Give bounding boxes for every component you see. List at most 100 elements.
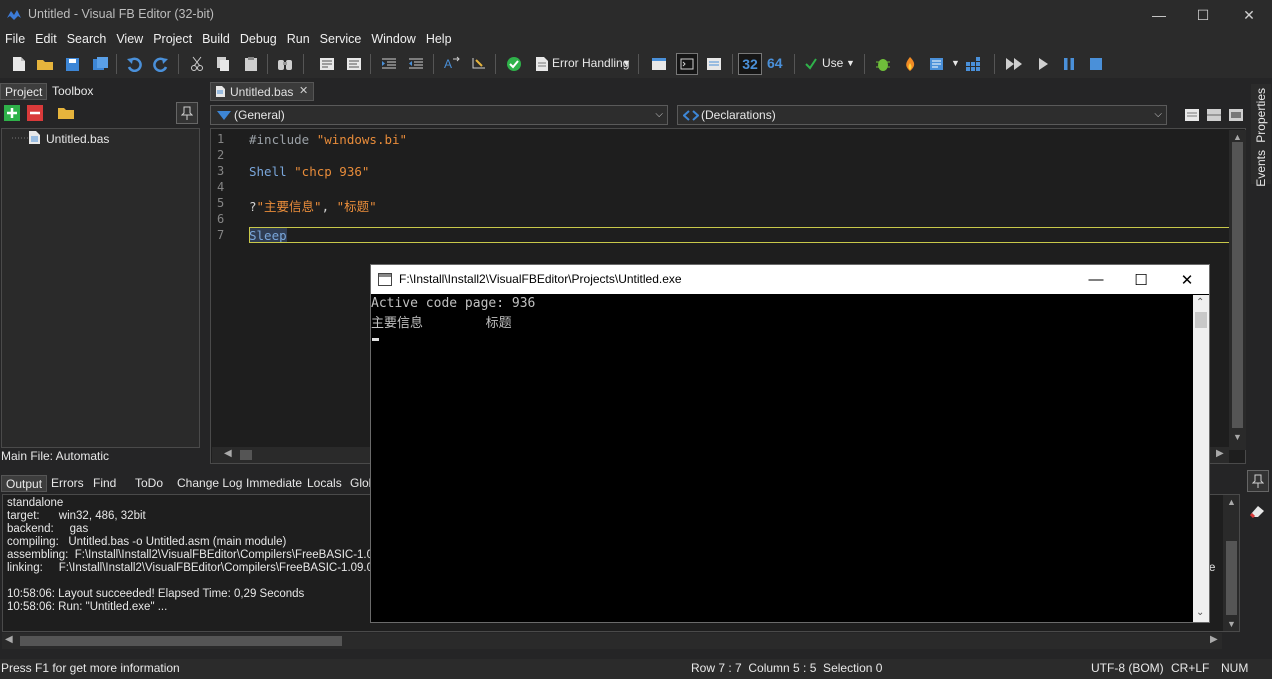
console-window[interactable]: F:\Install\Install2\VisualFBEditor\Proje… bbox=[370, 264, 1210, 623]
status-encoding[interactable]: UTF-8 (BOM) bbox=[1091, 661, 1164, 675]
format-icon[interactable]: A bbox=[441, 53, 463, 75]
tab-errors[interactable]: Errors bbox=[47, 475, 88, 492]
uncomment-icon[interactable] bbox=[343, 53, 365, 75]
check-icon[interactable] bbox=[800, 53, 822, 75]
play-icon[interactable] bbox=[1032, 53, 1054, 75]
scroll-up-icon[interactable]: ⌃ bbox=[1196, 297, 1204, 308]
menu-run[interactable]: Run bbox=[282, 30, 315, 50]
remove-icon[interactable] bbox=[25, 103, 45, 123]
grid-icon[interactable] bbox=[962, 53, 984, 75]
scroll-thumb[interactable] bbox=[240, 450, 252, 460]
new-file-icon[interactable] bbox=[8, 53, 30, 75]
output-vertical-scrollbar[interactable]: ▲ ▼ bbox=[1223, 495, 1239, 631]
scroll-down-icon[interactable]: ▼ bbox=[1233, 432, 1242, 442]
tab-output[interactable]: Output bbox=[1, 475, 48, 492]
tab-events[interactable]: Events bbox=[1254, 150, 1268, 187]
menu-edit[interactable]: Edit bbox=[30, 30, 62, 50]
fast-forward-icon[interactable] bbox=[1004, 53, 1026, 75]
stop-icon[interactable] bbox=[1085, 53, 1107, 75]
comment-icon[interactable] bbox=[316, 53, 338, 75]
tab-todo[interactable]: ToDo bbox=[131, 475, 167, 492]
indent-icon[interactable] bbox=[378, 53, 400, 75]
menu-build[interactable]: Build bbox=[197, 30, 235, 50]
console-vertical-scrollbar[interactable]: ⌃ ⌄ bbox=[1193, 295, 1209, 622]
scroll-down-icon[interactable]: ⌄ bbox=[1196, 607, 1204, 618]
scroll-left-icon[interactable]: ◀ bbox=[224, 448, 232, 459]
scroll-thumb[interactable] bbox=[1195, 312, 1207, 328]
tree-item-untitled-bas[interactable]: Untitled.bas bbox=[46, 132, 109, 146]
folder-icon[interactable] bbox=[56, 103, 76, 123]
scroll-thumb[interactable] bbox=[1226, 541, 1237, 615]
save-icon[interactable] bbox=[61, 53, 83, 75]
tab-project[interactable]: Project bbox=[0, 83, 48, 100]
chevron-down-icon[interactable]: ▼ bbox=[951, 58, 960, 68]
console-mode-icon[interactable] bbox=[676, 53, 698, 75]
close-tab-icon[interactable]: ✕ bbox=[299, 84, 308, 97]
code-view-icon[interactable] bbox=[1181, 104, 1203, 126]
form-view-icon[interactable] bbox=[1225, 104, 1247, 126]
scroll-thumb[interactable] bbox=[20, 636, 342, 646]
redo-icon[interactable] bbox=[150, 53, 172, 75]
tab-find[interactable]: Find bbox=[89, 475, 120, 492]
output-horizontal-scrollbar[interactable]: ◀ ▶ bbox=[2, 633, 1222, 649]
open-folder-icon[interactable] bbox=[34, 53, 56, 75]
menu-debug[interactable]: Debug bbox=[235, 30, 282, 50]
tab-immediate[interactable]: Immediate bbox=[242, 475, 306, 492]
declarations-select[interactable]: (Declarations) ⌵ bbox=[677, 105, 1167, 125]
scroll-right-icon[interactable]: ▶ bbox=[1210, 634, 1218, 645]
outdent-icon[interactable] bbox=[405, 53, 427, 75]
pin-icon[interactable] bbox=[176, 102, 198, 124]
tab-change-log[interactable]: Change Log bbox=[173, 475, 246, 492]
menu-help[interactable]: Help bbox=[421, 30, 457, 50]
unformat-icon[interactable] bbox=[468, 53, 490, 75]
menu-service[interactable]: Service bbox=[315, 30, 367, 50]
add-icon[interactable] bbox=[2, 103, 22, 123]
tab-properties[interactable]: Properties bbox=[1254, 88, 1268, 143]
scroll-thumb[interactable] bbox=[1232, 142, 1243, 428]
menu-file[interactable]: File bbox=[0, 30, 30, 50]
scroll-left-icon[interactable]: ◀ bbox=[5, 634, 13, 645]
console-close-button[interactable]: ✕ bbox=[1164, 265, 1210, 294]
tab-locals[interactable]: Locals bbox=[303, 475, 346, 492]
error-handling-label[interactable]: Error Handling bbox=[552, 56, 629, 70]
cut-icon[interactable] bbox=[186, 53, 208, 75]
pin-icon[interactable] bbox=[1247, 470, 1269, 492]
tab-toolbox[interactable]: Toolbox bbox=[48, 83, 97, 100]
split-view-icon[interactable] bbox=[1203, 104, 1225, 126]
editor-tab-untitled[interactable]: Untitled.bas ✕ bbox=[210, 82, 314, 101]
build-icon[interactable] bbox=[926, 53, 948, 75]
chevron-down-icon[interactable]: ▼ bbox=[622, 58, 631, 68]
copy-icon[interactable] bbox=[212, 53, 234, 75]
scroll-up-icon[interactable]: ▲ bbox=[1233, 132, 1242, 142]
status-line-ending[interactable]: CR+LF bbox=[1171, 661, 1209, 675]
fire-icon[interactable] bbox=[899, 53, 921, 75]
save-all-icon[interactable] bbox=[89, 53, 111, 75]
menu-view[interactable]: View bbox=[111, 30, 148, 50]
maximize-button[interactable]: ☐ bbox=[1180, 0, 1226, 30]
32bit-button[interactable]: 32 bbox=[738, 53, 762, 75]
procedure-scope-select[interactable]: (General) ⌵ bbox=[210, 105, 668, 125]
minimize-button[interactable]: — bbox=[1136, 0, 1182, 30]
menu-search[interactable]: Search bbox=[62, 30, 112, 50]
bug-icon[interactable] bbox=[872, 53, 894, 75]
scroll-down-icon[interactable]: ▼ bbox=[1227, 619, 1236, 629]
form-icon[interactable] bbox=[648, 53, 670, 75]
console-minimize-button[interactable]: — bbox=[1073, 265, 1119, 294]
undo-icon[interactable] bbox=[123, 53, 145, 75]
pause-icon[interactable] bbox=[1058, 53, 1080, 75]
console-maximize-button[interactable]: ☐ bbox=[1118, 265, 1164, 294]
error-handling-icon[interactable] bbox=[531, 53, 553, 75]
close-button[interactable]: ✕ bbox=[1226, 0, 1272, 30]
use-label[interactable]: Use bbox=[822, 56, 843, 70]
chevron-down-icon[interactable]: ▼ bbox=[846, 58, 855, 68]
syntax-check-icon[interactable] bbox=[503, 53, 525, 75]
menu-window[interactable]: Window bbox=[366, 30, 420, 50]
find-icon[interactable] bbox=[274, 53, 296, 75]
eraser-icon[interactable] bbox=[1247, 500, 1269, 522]
menu-project[interactable]: Project bbox=[148, 30, 197, 50]
console-title-bar[interactable]: F:\Install\Install2\VisualFBEditor\Proje… bbox=[371, 265, 1209, 294]
gui-mode-icon[interactable] bbox=[703, 53, 725, 75]
scroll-right-icon[interactable]: ▶ bbox=[1216, 448, 1224, 459]
64bit-button[interactable]: 64 bbox=[767, 55, 783, 71]
paste-icon[interactable] bbox=[240, 53, 262, 75]
